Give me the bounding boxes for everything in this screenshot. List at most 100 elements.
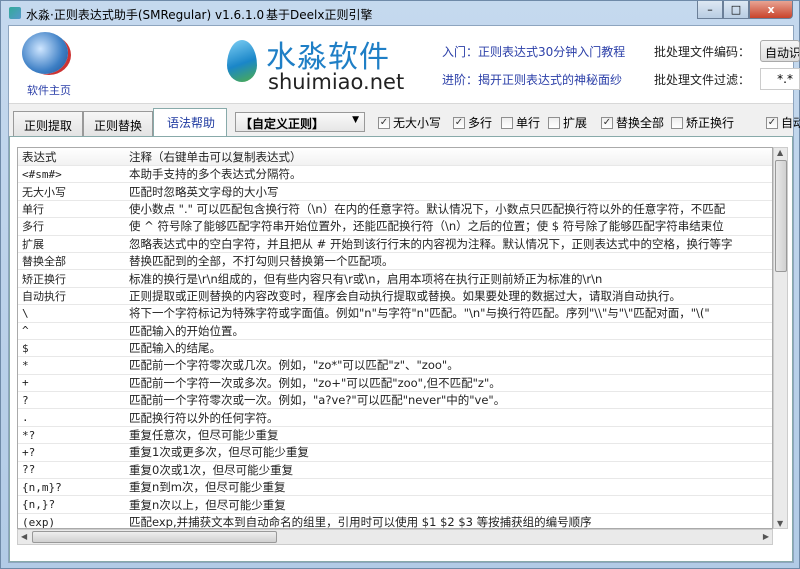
close-button[interactable]: x: [749, 1, 793, 19]
expression-cell: +: [22, 376, 29, 390]
comment-cell: 重复n次以上，但尽可能少重复: [129, 497, 286, 512]
option-checkbox[interactable]: 矫正换行: [671, 114, 734, 131]
horizontal-scroll-thumb[interactable]: [32, 531, 277, 543]
checkbox-icon[interactable]: ✓: [601, 116, 613, 129]
vertical-scroll-thumb[interactable]: [775, 160, 787, 272]
minimize-button[interactable]: –: [697, 1, 723, 19]
table-row[interactable]: 自动执行 正则提取或正则替换的内容改变时，程序会自动执行提取或替换。如果要处理的数…: [18, 288, 772, 306]
vertical-scrollbar[interactable]: ▲ ▼: [773, 147, 788, 529]
scroll-left-icon[interactable]: ◀: [21, 532, 27, 541]
tutorial-link-advanced[interactable]: 进阶：揭开正则表达式的神秘面纱: [442, 71, 622, 88]
client-area: 软件主页 水淼软件 shuimiao.net 入门：正则表达式30分钟入门教程 …: [8, 25, 800, 563]
checkbox-icon[interactable]: ✓: [453, 116, 465, 129]
comment-cell: 替换匹配到的全部，不打勾则只替换第一个匹配项。: [129, 254, 394, 269]
table-row[interactable]: {n,m}? 重复n到m次，但尽可能少重复: [18, 479, 772, 497]
table-row[interactable]: . 匹配换行符以外的任何字符。: [18, 409, 772, 427]
water-drop-logo-icon: [227, 40, 257, 82]
filter-label: 批处理文件过滤：: [654, 73, 751, 87]
table-row[interactable]: 无大小写 匹配时忽略英文字母的大小写: [18, 183, 772, 201]
option-checkbox[interactable]: 单行: [501, 114, 540, 131]
filter-input[interactable]: *.*: [760, 68, 800, 90]
comment-cell: 匹配前一个字符一次或多次。例如，"zo+"可以匹配"zoo",但不匹配"z"。: [129, 375, 501, 390]
regex-preset-value: 【自定义正则】: [240, 117, 325, 131]
table-row[interactable]: $ 匹配输入的结尾。: [18, 340, 772, 358]
scroll-up-icon[interactable]: ▲: [777, 148, 783, 157]
expression-cell: +?: [22, 445, 36, 459]
tutorial-link-intro[interactable]: 入门：正则表达式30分钟入门教程: [442, 43, 625, 60]
option-label: 扩展: [563, 116, 588, 130]
option-label: 单行: [516, 116, 541, 130]
column-header-expression[interactable]: 表达式: [18, 149, 125, 165]
option-label: 自动执行: [781, 116, 800, 130]
table-row[interactable]: <#sm#> 本助手支持的多个表达式分隔符。: [18, 166, 772, 184]
table-row[interactable]: +? 重复1次或更多次，但尽可能少重复: [18, 444, 772, 462]
window-title: 水淼·正则表达式助手(SMRegular) v1.6.1.0: [26, 8, 265, 22]
scroll-down-icon[interactable]: ▼: [777, 519, 783, 528]
table-row[interactable]: ?? 重复0次或1次，但尽可能少重复: [18, 462, 772, 480]
horizontal-scrollbar[interactable]: ◀ ▶: [17, 529, 773, 545]
table-row[interactable]: \ 将下一个字符标记为特殊字符或字面值。例如"n"与字符"n"匹配。"\n"与换行…: [18, 305, 772, 323]
comment-cell: 重复0次或1次，但尽可能少重复: [129, 462, 294, 477]
expression-cell: 单行: [22, 202, 44, 216]
brand-domain: shuimiao.net: [268, 70, 405, 94]
comment-cell: 重复任意次，但尽可能少重复: [129, 428, 279, 443]
option-checkbox[interactable]: ✓ 替换全部: [601, 114, 664, 131]
tab-regex-extract[interactable]: 正则提取: [13, 111, 84, 136]
comment-cell: 重复n到m次，但尽可能少重复: [129, 480, 286, 495]
regex-preset-dropdown[interactable]: 【自定义正则】 ▼: [235, 112, 365, 132]
option-checkbox[interactable]: ✓自动执行: [766, 114, 800, 131]
chevron-down-icon: ▼: [352, 115, 359, 125]
comment-cell: 匹配前一个字符零次或几次。例如，"zo*"可以匹配"z"、"zoo"。: [129, 358, 459, 373]
option-checkbox[interactable]: ✓ 多行: [453, 114, 492, 131]
expression-cell: 替换全部: [22, 255, 66, 269]
checkbox-icon[interactable]: [548, 116, 560, 129]
expression-cell: 无大小写: [22, 185, 66, 199]
comment-cell: 忽略表达式中的空白字符，并且把从 # 开始到该行行末的内容视为注释。默认情况下，…: [129, 236, 733, 251]
option-checkbox[interactable]: ✓ 无大小写: [378, 114, 441, 131]
encoding-label: 批处理文件编码：: [654, 45, 751, 59]
expression-cell: ?: [22, 393, 29, 407]
comment-cell: 匹配输入的开始位置。: [129, 323, 244, 338]
syntax-help-panel: 表达式 注释（右键单击可以复制表达式） <#sm#> 本助手支持的多个表达式分隔符…: [9, 136, 793, 562]
window-subtitle: 基于Deelx正则引擎: [266, 8, 373, 22]
comment-cell: 使小数点 "." 可以匹配包含换行符（\n）在内的任意字符。默认情况下，小数点只…: [129, 201, 726, 216]
table-row[interactable]: ^ 匹配输入的开始位置。: [18, 323, 772, 340]
checkbox-icon[interactable]: [501, 116, 513, 129]
home-link[interactable]: 软件主页: [27, 82, 71, 98]
table-row[interactable]: 扩展 忽略表达式中的空白字符，并且把从 # 开始到该行行末的内容视为注释。默认情况…: [18, 236, 772, 253]
option-label: 多行: [468, 116, 493, 130]
table-row[interactable]: 矫正换行 标准的换行是\r\n组成的，但有些内容只有\r或\n，启用本项将在执行正…: [18, 270, 772, 288]
app-icon: [9, 7, 21, 19]
comment-cell: 匹配时忽略英文字母的大小写: [129, 184, 279, 199]
table-row[interactable]: ? 匹配前一个字符零次或一次。例如，"a?ve?"可以匹配"never"中的"ve…: [18, 392, 772, 410]
tab-regex-replace[interactable]: 正则替换: [83, 111, 154, 136]
comment-cell: 重复1次或更多次，但尽可能少重复: [129, 445, 309, 460]
checkbox-icon[interactable]: ✓: [766, 116, 778, 129]
table-row[interactable]: + 匹配前一个字符一次或多次。例如，"zo+"可以匹配"zoo",但不匹配"z"。: [18, 375, 772, 393]
table-row[interactable]: * 匹配前一个字符零次或几次。例如，"zo*"可以匹配"z"、"zoo"。: [18, 357, 772, 375]
scroll-right-icon[interactable]: ▶: [763, 532, 769, 541]
globe-icon[interactable]: [22, 32, 68, 74]
comment-cell: 将下一个字符标记为特殊字符或字面值。例如"n"与字符"n"匹配。"\n"与换行符…: [129, 306, 710, 321]
maximize-button[interactable]: □: [723, 1, 749, 19]
expression-cell: {n,m}?: [22, 480, 62, 494]
table-row[interactable]: {n,}? 重复n次以上，但尽可能少重复: [18, 496, 772, 514]
encoding-select[interactable]: 自动识别: [760, 40, 800, 62]
table-row[interactable]: *? 重复任意次，但尽可能少重复: [18, 427, 772, 445]
column-header-comment[interactable]: 注释（右键单击可以复制表达式）: [125, 149, 302, 165]
option-label: 无大小写: [393, 116, 442, 130]
expression-cell: *?: [22, 428, 36, 442]
table-row[interactable]: (exp) 匹配exp,并捕获文本到自动命名的组里，引用时可以使用 $1 $2 $…: [18, 514, 772, 529]
table-row[interactable]: 替换全部 替换匹配到的全部，不打勾则只替换第一个匹配项。: [18, 253, 772, 271]
comment-cell: 正则提取或正则替换的内容改变时，程序会自动执行提取或替换。如果要处理的数据过大，…: [129, 288, 681, 303]
comment-cell: 匹配exp,并捕获文本到自动命名的组里，引用时可以使用 $1 $2 $3 等按捕…: [129, 515, 592, 529]
option-checkbox[interactable]: 扩展: [548, 114, 587, 131]
expression-cell: 多行: [22, 220, 44, 234]
expression-cell: (exp): [22, 515, 56, 529]
tab-syntax-help[interactable]: 语法帮助: [153, 108, 227, 137]
checkbox-icon[interactable]: ✓: [378, 116, 390, 129]
expression-cell: 自动执行: [22, 289, 66, 303]
table-row[interactable]: 多行 使 ^ 符号除了能够匹配字符串开始位置外，还能匹配换行符（\n）之后的位置；…: [18, 218, 772, 236]
table-row[interactable]: 单行 使小数点 "." 可以匹配包含换行符（\n）在内的任意字符。默认情况下，小数…: [18, 201, 772, 219]
checkbox-icon[interactable]: [671, 116, 683, 129]
